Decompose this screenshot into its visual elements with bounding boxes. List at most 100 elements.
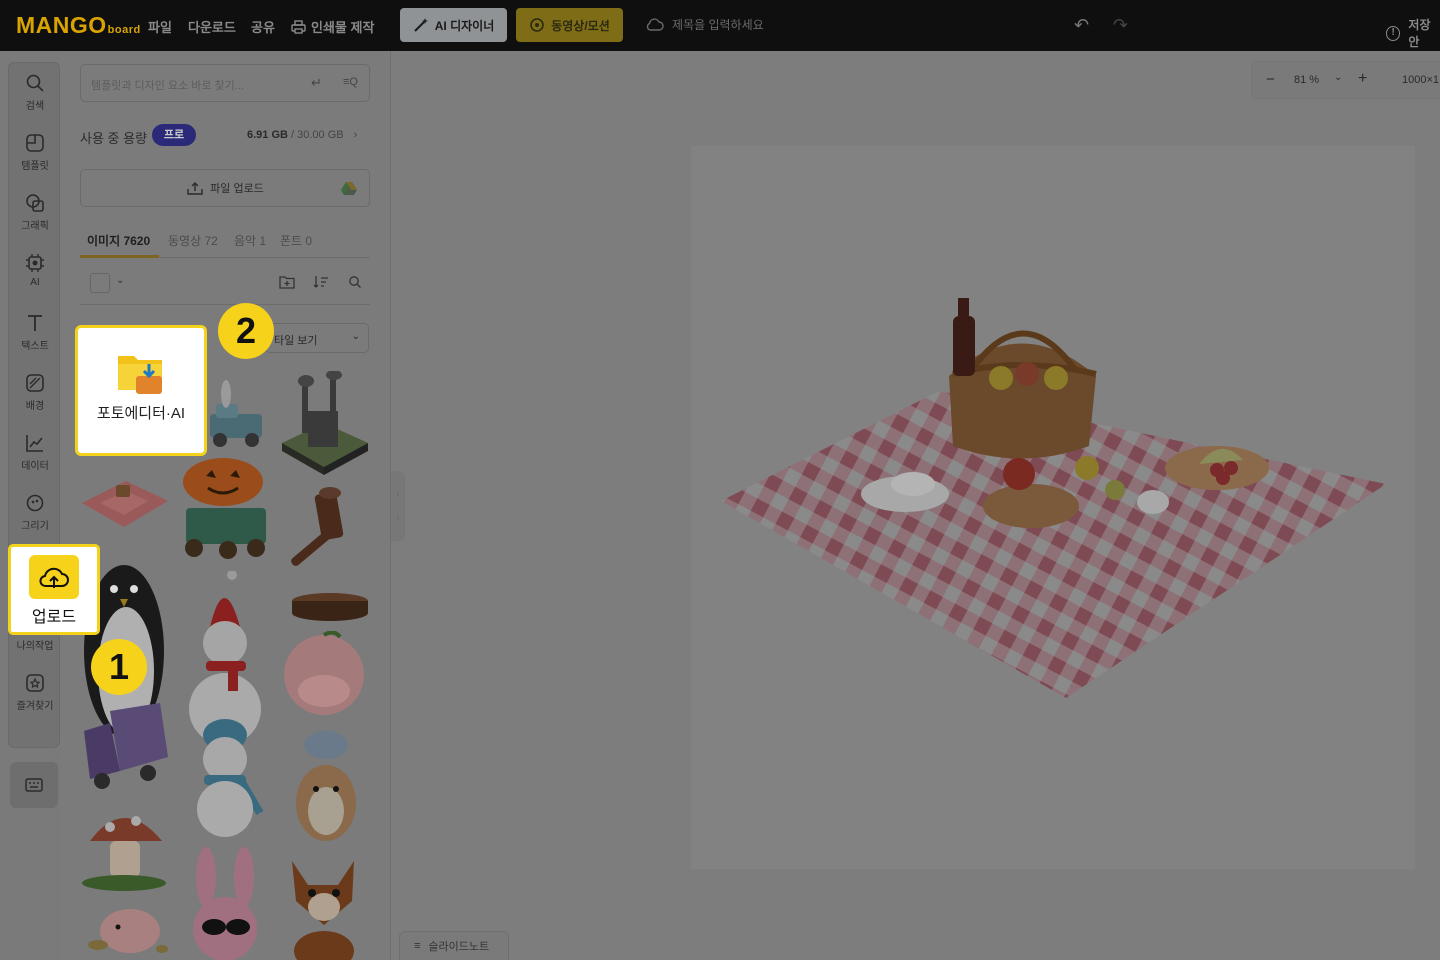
sidebar-item-favorites[interactable]: 즐겨찾기 [9,665,61,721]
mangoboard-logo[interactable]: MANGO board [16,12,141,39]
sidebar-item-draw[interactable]: 그리기 [9,485,61,541]
video-motion-button[interactable]: 동영상/모션 [516,8,623,42]
asset-panel: 템플릿과 디자인 요소 바로 찾기... ↵ ≡Q 사용 중 용량 프로 6.9… [60,51,391,960]
menu-print[interactable]: 인쇄물 제작 [291,17,374,36]
panel-collapse-handle[interactable]: ‹ › [391,471,405,541]
return-icon[interactable]: ↵ [311,75,322,91]
hamster-chef-thumbnail[interactable] [290,731,360,846]
ai-designer-label: AI 디자이너 [434,18,495,33]
upload-label: 업로드 [31,609,77,626]
chevron-right-icon: › [396,512,400,523]
file-upload-label: 파일 업로드 [210,183,264,195]
canvas-size-label[interactable]: 1000×1 [1402,74,1439,86]
select-all-checkbox[interactable] [90,273,110,293]
tab-images[interactable]: 이미지 7620 [87,232,150,249]
usage-total: / 30.00 GB [291,129,344,141]
logo-main: MANGO [16,12,107,38]
top-bar: MANGO board 파일 다운로드 공유 인쇄물 제작 AI 디자이너 동영상… [0,0,1440,51]
bunny-glasses-thumbnail[interactable] [180,847,270,960]
menu-file[interactable]: 파일 [148,17,172,36]
cloud-upload-icon [29,555,79,599]
search-icon[interactable] [348,275,362,289]
dog-thumbnail[interactable] [278,851,370,960]
tab-videos[interactable]: 동영상 72 [168,232,218,249]
save-label: 저장안 [1408,18,1431,49]
zoom-in-icon[interactable]: + [1358,70,1367,88]
sidebar-item-upload[interactable]: 업로드 [8,544,100,635]
step-number-1: 1 [91,639,147,695]
sidebar-item-label: 검색 [25,101,45,112]
sidebar-item-label: 텍스트 [21,341,49,352]
redo-icon[interactable]: ↷ [1113,15,1128,36]
menu-share[interactable]: 공유 [251,17,275,36]
undo-icon[interactable]: ↶ [1074,15,1089,36]
chevron-right-icon[interactable]: › [354,129,358,141]
sidebar-item-graphic[interactable]: 그래픽 [9,185,61,241]
factory-thumbnail[interactable] [278,371,370,476]
left-sidebar: 검색 템플릿 그래픽 AI 텍스트 배경 데이터 그리기 나의작업 즐겨찾기 [8,62,60,748]
sidebar-keyboard-button[interactable] [10,762,58,808]
sidebar-item-label: AI [30,277,40,288]
truck-rabbit-thumbnail[interactable] [200,376,270,451]
picnic-mat-thumbnail[interactable] [80,471,170,531]
template-icon [26,134,44,152]
google-drive-icon[interactable] [341,181,357,195]
sidebar-item-search[interactable]: 검색 [9,65,61,121]
printer-icon [291,19,306,34]
design-page[interactable] [691,146,1415,869]
zoom-out-icon[interactable]: − [1266,71,1275,88]
draw-icon [26,494,44,512]
chevron-down-icon[interactable]: ⌄ [1334,72,1342,83]
filter-search-icon[interactable]: ≡Q [343,76,358,88]
ai-designer-button[interactable]: AI 디자이너 [400,8,507,42]
sidebar-item-label: 즐겨찾기 [16,701,54,712]
zoom-value[interactable]: 81 % [1294,74,1319,86]
piggy-bank-thumbnail[interactable] [80,901,170,960]
file-upload-button[interactable]: 파일 업로드 [80,169,370,207]
chevron-left-icon: ‹ [396,489,400,500]
pumpkin-cart-thumbnail[interactable] [180,456,270,566]
sidebar-item-label: 그래픽 [21,221,49,232]
slide-note-label: 슬라이드노트 [428,941,490,953]
sidebar-item-data[interactable]: 데이터 [9,425,61,481]
tab-music[interactable]: 음악 1 [234,232,266,249]
purple-truck-thumbnail[interactable] [80,701,170,791]
asset-tabs: 이미지 7620 동영상 72 음악 1 폰트 0 [80,232,370,258]
view-mode-label: 타일 보기 [274,335,318,347]
sidebar-item-text[interactable]: 텍스트 [9,305,61,361]
view-mode-select[interactable]: 타일 보기 ⌄ [265,323,369,353]
sidebar-item-template[interactable]: 템플릿 [9,125,61,181]
tab-fonts[interactable]: 폰트 0 [280,232,312,249]
alert-icon: ! [1386,25,1401,41]
sidebar-item-ai[interactable]: AI [9,245,61,301]
chevron-down-icon[interactable]: ⌄ [116,275,124,286]
mushroom-house-thumbnail[interactable] [80,801,170,893]
video-motion-label: 동영상/모션 [551,18,610,33]
add-folder-icon[interactable] [279,275,295,289]
title-placeholder: 제목을 입력하세요 [672,18,764,32]
title-input[interactable]: 제목을 입력하세요 [646,16,764,33]
peach-chair-thumbnail[interactable] [278,631,370,721]
sort-icon[interactable] [313,275,329,289]
text-icon [28,315,42,331]
logo-sub: board [107,24,141,36]
log-slice-thumbnail[interactable] [290,587,372,625]
menu-download[interactable]: 다운로드 [188,17,236,36]
sidebar-item-label: 템플릿 [21,161,49,172]
save-button[interactable]: ! 저장안 [1386,16,1440,50]
keyboard-icon [25,778,43,792]
magic-wand-icon [414,18,428,32]
chart-icon [26,435,43,452]
photo-editor-label: 포토에디터·AI [96,405,186,422]
sidebar-item-background[interactable]: 배경 [9,365,61,421]
photo-editor-ai-folder[interactable]: 포토에디터·AI [75,325,207,456]
gavel-thumbnail[interactable] [278,481,370,571]
slide-note-tab[interactable]: ≡ 슬라이드노트 [399,931,509,960]
search-icon [26,74,44,92]
picnic-image[interactable] [691,146,1415,869]
background-icon [26,374,44,392]
snowman-blue-thumbnail[interactable] [180,717,270,837]
usage-used: 6.91 GB [247,129,288,141]
search-input[interactable]: 템플릿과 디자인 요소 바로 찾기... ↵ ≡Q [80,64,370,102]
canvas-area: ‹ › − 81 % ⌄ + 1000×1 ≡ 슬라이드노트 [391,51,1440,960]
